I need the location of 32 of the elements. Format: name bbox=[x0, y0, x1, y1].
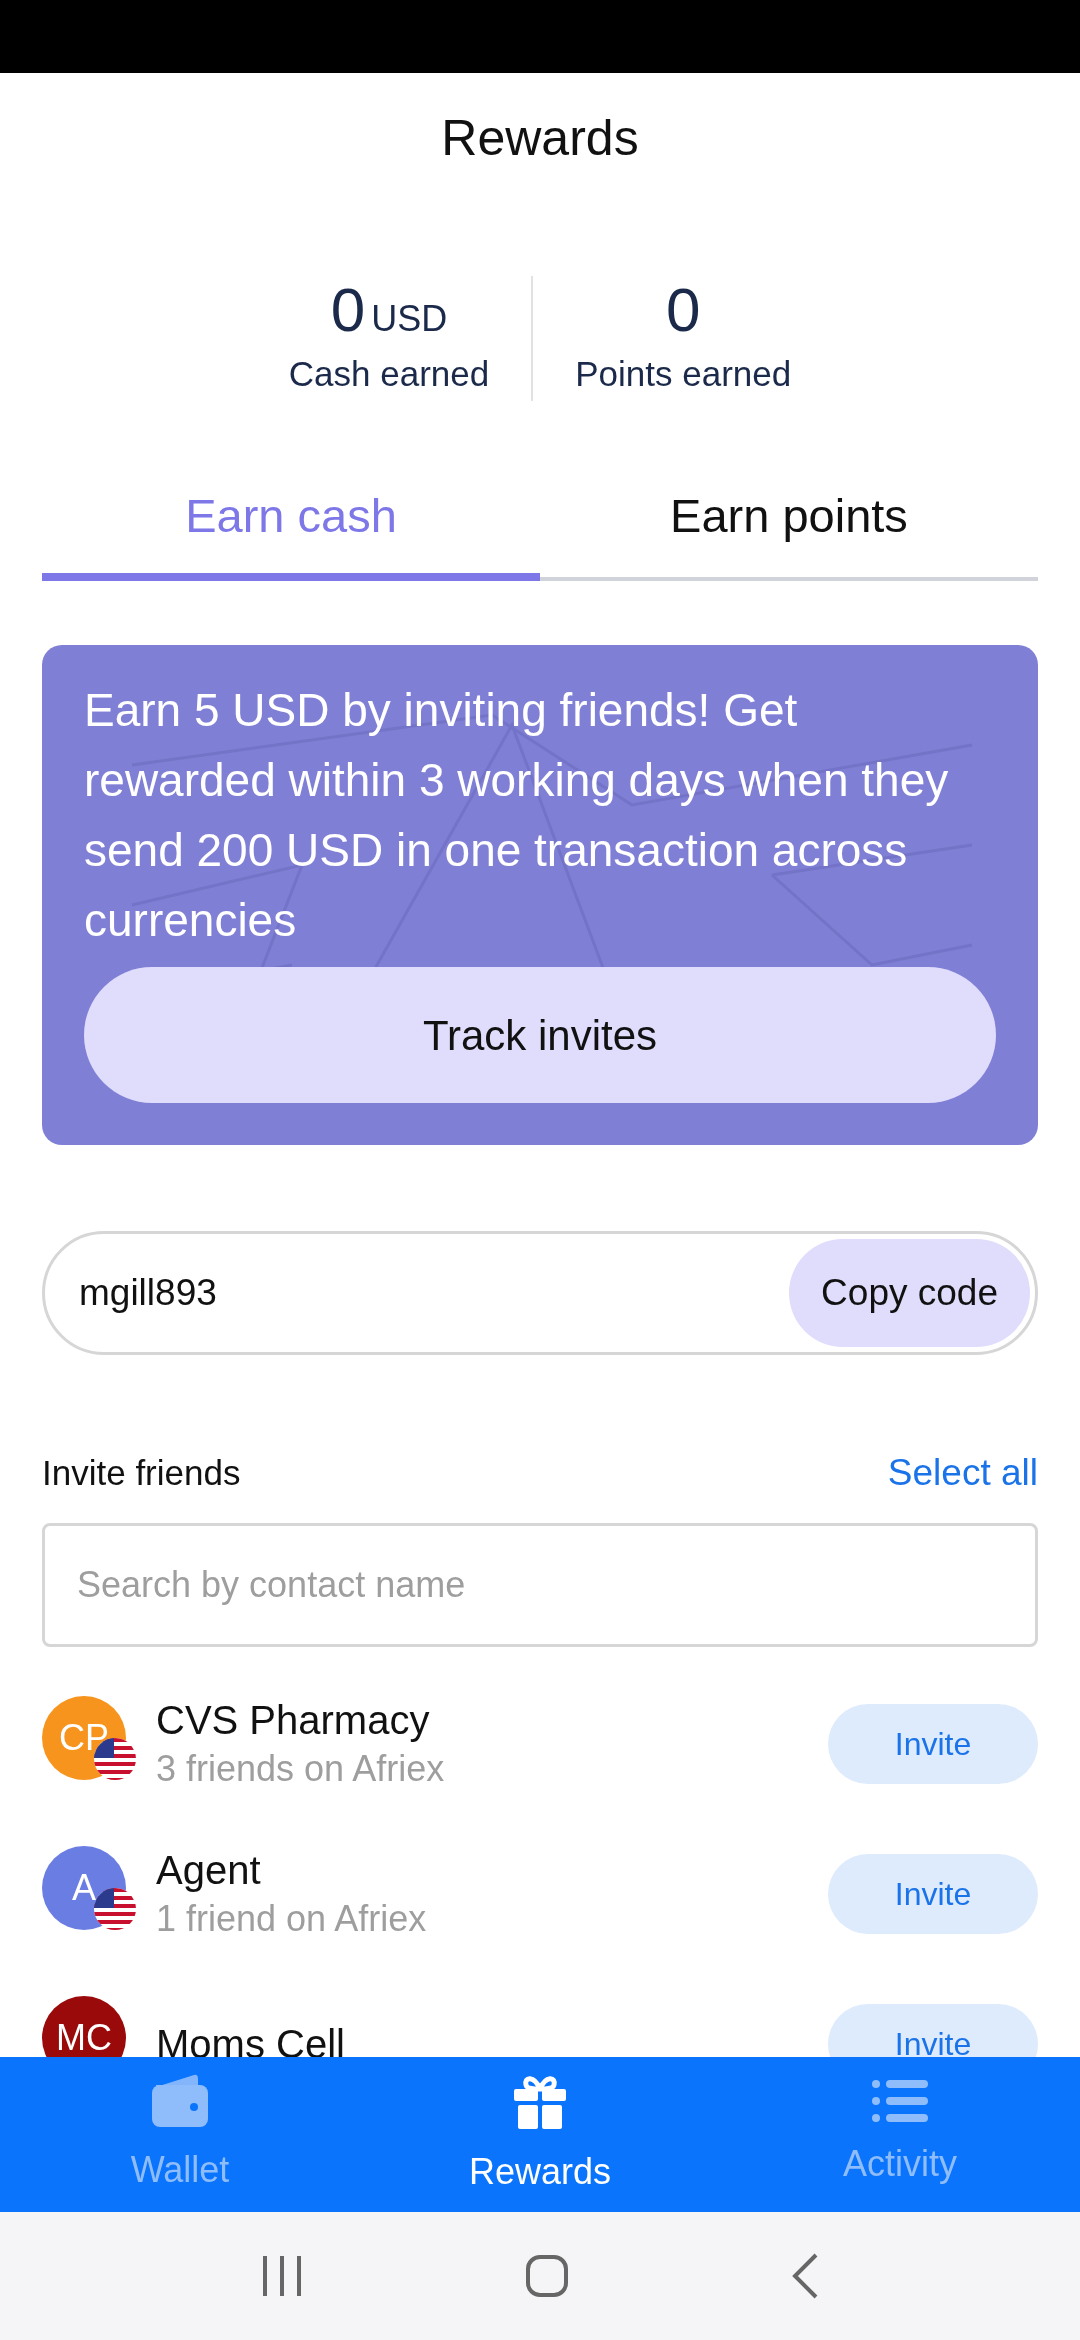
contact-name: Agent bbox=[156, 1847, 262, 1895]
section-title: Invite friends bbox=[42, 1451, 241, 1494]
nav-tab[interactable]: Activity bbox=[720, 2057, 1080, 2212]
copy-code-button[interactable]: Copy code bbox=[789, 1239, 1030, 1348]
stat-unit: USD bbox=[371, 298, 448, 339]
stat-label: Cash earned bbox=[288, 353, 490, 396]
search-field[interactable]: Search by contact name bbox=[42, 1522, 1038, 1647]
tab[interactable]: Earn points bbox=[540, 480, 1038, 582]
contact-name: CVS Pharmacy bbox=[156, 1697, 431, 1745]
contact-subtitle: 1 friend on Afriex bbox=[156, 1897, 428, 1942]
invite-button[interactable]: Invite bbox=[828, 1703, 1038, 1784]
wallet-icon bbox=[150, 2072, 210, 2129]
stat-label: Points earned bbox=[575, 353, 792, 396]
nav-tab[interactable]: Wallet bbox=[0, 2057, 360, 2212]
contact-subtitle: 3 friends on Afriex bbox=[156, 1747, 446, 1792]
referral-code-field[interactable]: mgill893 Copy code bbox=[42, 1231, 1038, 1356]
list-icon bbox=[872, 2078, 928, 2123]
page-title: Rewards bbox=[440, 109, 640, 168]
nav-tab[interactable]: Rewards bbox=[360, 2057, 720, 2212]
select-all-link[interactable]: Select all bbox=[887, 1445, 1038, 1501]
stat-value: 0 bbox=[665, 275, 701, 344]
invite-button[interactable]: Invite bbox=[828, 1853, 1038, 1934]
tab[interactable]: Earn cash bbox=[42, 480, 540, 582]
contact-avatar: MC bbox=[42, 1995, 126, 2057]
back-icon[interactable] bbox=[791, 2253, 819, 2299]
invite-button[interactable]: Invite bbox=[828, 2003, 1038, 2057]
track-invites-button[interactable]: Track invites bbox=[84, 967, 996, 1104]
flag-icon bbox=[94, 1887, 136, 1930]
stat-value: 0 bbox=[330, 275, 366, 344]
home-icon[interactable] bbox=[525, 2254, 569, 2298]
recent-apps-icon[interactable] bbox=[261, 2254, 303, 2298]
promo-text: Earn 5 USD by inviting friends! Get rewarded within 3 working days when they send 200 USD in one transaction across currencies bbox=[84, 683, 950, 949]
